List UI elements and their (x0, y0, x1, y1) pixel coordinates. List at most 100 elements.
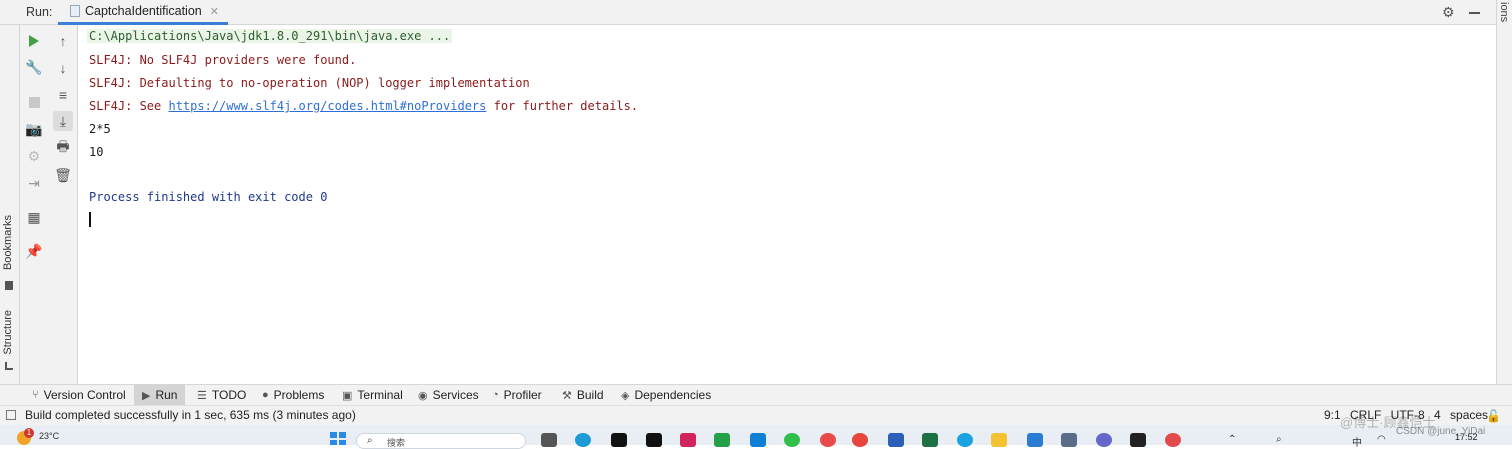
soft-wrap-button[interactable]: ≡ (53, 85, 73, 105)
tab-label: Services (432, 388, 479, 402)
weather-temperature[interactable]: 23°C (39, 431, 59, 441)
layers-icon: ◈ (621, 389, 630, 402)
console-actions-toolbar: ↑ ↓ ≡ ⤓ 🖶 🗑 (48, 25, 78, 384)
run-config-icon (70, 5, 80, 17)
clear-all-button[interactable]: 🗑 (53, 165, 73, 185)
pin-button[interactable]: 📌 (24, 241, 44, 261)
tab-run[interactable]: ▶ Run (134, 385, 186, 405)
services-icon: ◉ (418, 389, 428, 402)
printer-icon: 🖶 (56, 138, 70, 154)
console-output[interactable]: C:\Applications\Java\jdk1.8.0_291\bin\ja… (78, 25, 1496, 384)
settings-restore-button[interactable]: ⚙ (24, 146, 44, 166)
tab-label: Version Control (43, 388, 126, 402)
watermark-csdn: CSDN @june_YiDai (1396, 426, 1486, 437)
search-icon: ⌕ (367, 435, 373, 446)
stop-button[interactable] (24, 92, 44, 112)
exit-icon: ⇥ (28, 174, 40, 191)
console-line: 10 (89, 145, 104, 159)
lock-icon[interactable]: 🔓 (1486, 409, 1501, 423)
tab-label: Dependencies (634, 388, 712, 402)
terminal-icon: ▣ (342, 389, 353, 402)
run-actions-toolbar: 🔧 📷 ⚙ ⇥ ▦ 📌 (20, 25, 48, 384)
tab-build[interactable]: ⚒ Build (562, 385, 604, 405)
right-tool-strip: ions (1496, 0, 1512, 384)
hammer-icon: ⚒ (562, 389, 572, 402)
tab-todo[interactable]: ☰ TODO (197, 385, 246, 405)
layout-button[interactable]: ▦ (24, 207, 44, 227)
gear-icon[interactable]: ⚙ (1442, 4, 1455, 21)
tab-label: Run (155, 388, 178, 402)
console-line-exit: Process finished with exit code 0 (89, 190, 328, 204)
scroll-down-button[interactable]: ↓ (53, 58, 73, 78)
run-tool-header: Run: CaptchaIdentification ✕ ⚙ (0, 0, 1496, 25)
tab-dependencies[interactable]: ◈ Dependencies (621, 385, 711, 405)
layout-icon: ▦ (27, 208, 41, 225)
dump-threads-button[interactable]: 📷 (24, 119, 44, 139)
minimize-icon[interactable] (1468, 3, 1482, 19)
tab-label: TODO (211, 388, 247, 402)
notifications-label[interactable]: ions (1498, 2, 1510, 22)
rerun-button[interactable] (24, 31, 44, 51)
weather-badge: 1 (24, 428, 34, 438)
status-bar: Build completed successfully in 1 sec, 6… (0, 405, 1512, 425)
list-icon: ☰ (197, 389, 207, 402)
close-tab-icon[interactable]: ✕ (210, 5, 219, 18)
tab-terminal[interactable]: ▣ Terminal (342, 385, 403, 405)
play-icon (29, 35, 39, 47)
tab-label: Build (576, 388, 604, 402)
branch-icon: ⑂ (32, 389, 39, 401)
tab-label: Terminal (357, 388, 403, 402)
slf4j-link[interactable]: https://www.slf4j.org/codes.html#noProvi… (168, 99, 486, 113)
scroll-end-icon: ⤓ (59, 112, 67, 129)
console-line-prefix: SLF4J: See (89, 99, 169, 113)
modify-config-button[interactable]: 🔧 (24, 57, 44, 77)
wifi-icon[interactable]: ◠ (1377, 434, 1386, 445)
stop-icon (28, 96, 40, 108)
windows-start-icon[interactable] (330, 432, 346, 445)
tab-label: Profiler (503, 388, 542, 402)
tab-services[interactable]: ◉ Services (418, 385, 479, 405)
text-caret (89, 212, 91, 227)
input-method-icon[interactable]: 中 (1352, 434, 1362, 449)
tab-problems[interactable]: ● Problems (262, 385, 324, 405)
left-tool-strip: Bookmarks Structure (0, 25, 20, 384)
print-button[interactable]: 🖶 (53, 138, 73, 158)
trash-icon: 🗑 (54, 166, 72, 183)
windows-taskbar: 1 23°C ⌕ 搜索 ⌃ ⌕ 中 ◠ 17:52 (0, 425, 1512, 449)
arrow-up-icon: ↑ (59, 33, 67, 49)
exit-button[interactable]: ⇥ (24, 173, 44, 193)
console-line: 2*5 (89, 122, 111, 136)
cog-icon: ⚙ (27, 147, 41, 164)
wrap-icon: ≡ (58, 87, 68, 103)
arrow-down-icon: ↓ (59, 60, 67, 76)
tab-version-control[interactable]: ⑂ Version Control (32, 385, 126, 405)
taskbar-search-text: 搜索 (387, 438, 406, 448)
run-label: Run: (26, 5, 53, 19)
bookmarks-tab[interactable]: Bookmarks (2, 215, 14, 270)
console-line-suffix: for further details. (486, 99, 639, 113)
console-line-with-link: SLF4J: See https://www.slf4j.org/codes.h… (89, 99, 638, 113)
chevron-up-icon[interactable]: ⌃ (1228, 434, 1236, 445)
console-line: SLF4J: Defaulting to no-operation (NOP) … (89, 76, 530, 90)
status-message[interactable]: Build completed successfully in 1 sec, 6… (25, 408, 356, 422)
scroll-up-button[interactable]: ↑ (53, 31, 73, 51)
structure-tab[interactable]: Structure (2, 310, 14, 355)
taskbar-search[interactable]: ⌕ 搜索 (356, 433, 526, 449)
tab-profiler[interactable]: ◔ Profiler (492, 385, 542, 405)
tab-label: Problems (273, 388, 325, 402)
profiler-icon: ◔ (492, 389, 499, 401)
scroll-to-end-button[interactable]: ⤓ (53, 111, 73, 131)
wrench-icon: 🔧 (25, 58, 43, 75)
structure-icon (5, 362, 13, 370)
info-icon: ● (262, 389, 269, 401)
tool-windows-icon[interactable] (6, 410, 16, 420)
run-config-tab[interactable]: CaptchaIdentification ✕ (58, 0, 228, 25)
console-line: SLF4J: No SLF4J providers were found. (89, 53, 357, 67)
pin-icon: 📌 (25, 242, 43, 259)
bookmark-icon (5, 281, 13, 290)
console-line-command: C:\Applications\Java\jdk1.8.0_291\bin\ja… (87, 29, 453, 43)
search-icon[interactable]: ⌕ (1276, 434, 1282, 445)
camera-icon: 📷 (25, 120, 43, 137)
run-config-tab-title: CaptchaIdentification (85, 4, 202, 18)
tool-window-bar: ⑂ Version Control ▶ Run ☰ TODO ● Problems ▣ T… (0, 384, 1512, 405)
